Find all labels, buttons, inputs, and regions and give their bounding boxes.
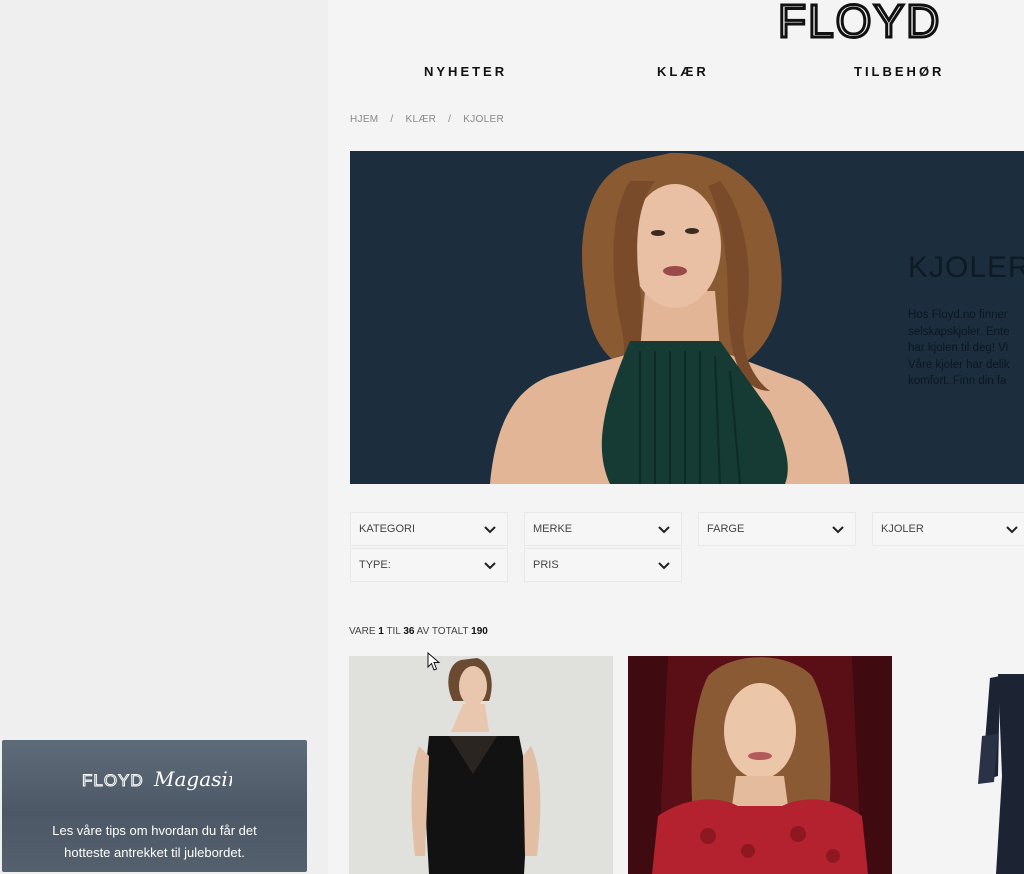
chevron-down-icon (832, 526, 844, 534)
hero-title: KJOLER (908, 251, 1024, 284)
nav-item-klaer[interactable]: KLÆR (657, 64, 709, 79)
product-image-red-lace-dress (628, 656, 892, 874)
breadcrumb-separator: / (390, 114, 394, 125)
breadcrumb-kjoler[interactable]: KJOLER (463, 114, 504, 125)
nav-item-tilbehor[interactable]: TILBEHØR (854, 64, 944, 79)
count-til: TIL (386, 626, 401, 637)
chevron-down-icon (1006, 526, 1018, 534)
svg-text:FLOYD: FLOYD (778, 2, 941, 42)
hero-description: Hos Floyd.no finner selskapskjoler. Ente… (908, 307, 1024, 390)
svg-text:FLOYD: FLOYD (82, 771, 144, 790)
breadcrumb: HJEM / KLÆR / KJOLER (350, 114, 504, 125)
nav-item-nyheter[interactable]: NYHETER (424, 64, 507, 79)
filter-merke[interactable]: MERKE (524, 512, 682, 546)
hero-text-line: Hos Floyd.no finner (908, 309, 1008, 321)
filter-label: TYPE: (359, 559, 391, 571)
hero-text-line: selskapskjoler. Ente (908, 325, 1010, 338)
magazine-teaser: Les våre tips om hvordan du får det hott… (2, 820, 307, 864)
floyd-logo-mark: FLOYD (777, 0, 941, 49)
product-image-navy-lace-dress (978, 674, 1024, 874)
count-to: 36 (403, 626, 415, 637)
filter-kjoler[interactable]: KJOLER (872, 512, 1024, 546)
main-nav: NYHETER KLÆR TILBEHØR (328, 64, 1024, 86)
product-image-black-dress (349, 656, 613, 874)
filter-label: KATEGORI (359, 523, 416, 535)
filter-label: FARGE (707, 523, 745, 535)
filter-pris[interactable]: PRIS (524, 548, 682, 582)
breadcrumb-separator: / (448, 114, 452, 125)
count-total-label: AV TOTALT (416, 626, 469, 637)
chevron-down-icon (658, 526, 670, 534)
magazine-banner[interactable]: FLOYD Magasin Les våre tips om hvordan d… (2, 740, 307, 872)
filter-label: MERKE (533, 523, 573, 535)
filter-farge[interactable]: FARGE (698, 512, 856, 546)
magazine-text-line: Les våre tips om hvordan du får det (52, 823, 257, 838)
breadcrumb-hjem[interactable]: HJEM (350, 114, 378, 125)
filter-label: PRIS (533, 559, 559, 571)
hero-banner: KJOLER Hos Floyd.no finner selskapskjole… (350, 151, 1024, 484)
hero-text-line: komfort. Finn din fa (908, 375, 1007, 387)
count-from: 1 (378, 626, 384, 637)
chevron-down-icon (484, 526, 496, 534)
product-card[interactable] (349, 656, 613, 874)
main-content: FLOYD NYHETER KLÆR TILBEHØR HJEM / KLÆR / KJ… (328, 0, 1024, 874)
hero-text-line: har kjolen til deg! Vi (908, 342, 1009, 354)
magazine-text-line: hotteste antrekket til julebordet. (64, 845, 245, 860)
filter-label: KJOLER (881, 523, 924, 535)
product-card[interactable] (628, 656, 892, 874)
hero-model-image (490, 152, 850, 484)
product-count: VARE 1 TIL 36 AV TOTALT 190 (349, 626, 488, 637)
chevron-down-icon (658, 562, 670, 570)
count-prefix: VARE (349, 626, 376, 637)
filter-type[interactable]: TYPE: (350, 548, 508, 582)
product-card[interactable] (968, 656, 1024, 874)
chevron-down-icon (484, 562, 496, 570)
count-total: 190 (471, 626, 488, 637)
filter-kategori[interactable]: KATEGORI (350, 512, 508, 546)
floyd-magasin-logo: FLOYD Magasin (82, 767, 232, 791)
hero-text-line: Våre kjoler har delik (908, 358, 1010, 371)
svg-text:Magasin: Magasin (153, 767, 232, 791)
breadcrumb-klaer[interactable]: KLÆR (406, 114, 437, 125)
floyd-logo[interactable]: FLOYD (777, 0, 1018, 49)
mouse-cursor-icon (427, 652, 441, 671)
